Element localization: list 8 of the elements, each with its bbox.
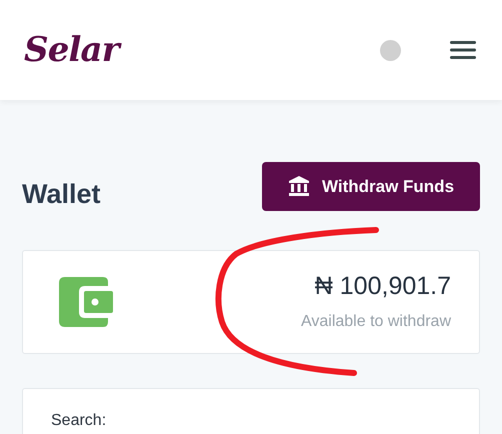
page-title: Wallet (22, 178, 101, 211)
search-label: Search: (51, 412, 106, 428)
wallet-icon (59, 276, 113, 326)
menu-icon[interactable] (450, 41, 476, 59)
balance-caption: Available to withdraw (300, 312, 451, 332)
bank-icon (288, 175, 310, 198)
balance-amount: ₦ 100,901.7 (314, 270, 451, 302)
withdraw-funds-button[interactable]: Withdraw Funds (262, 162, 480, 211)
